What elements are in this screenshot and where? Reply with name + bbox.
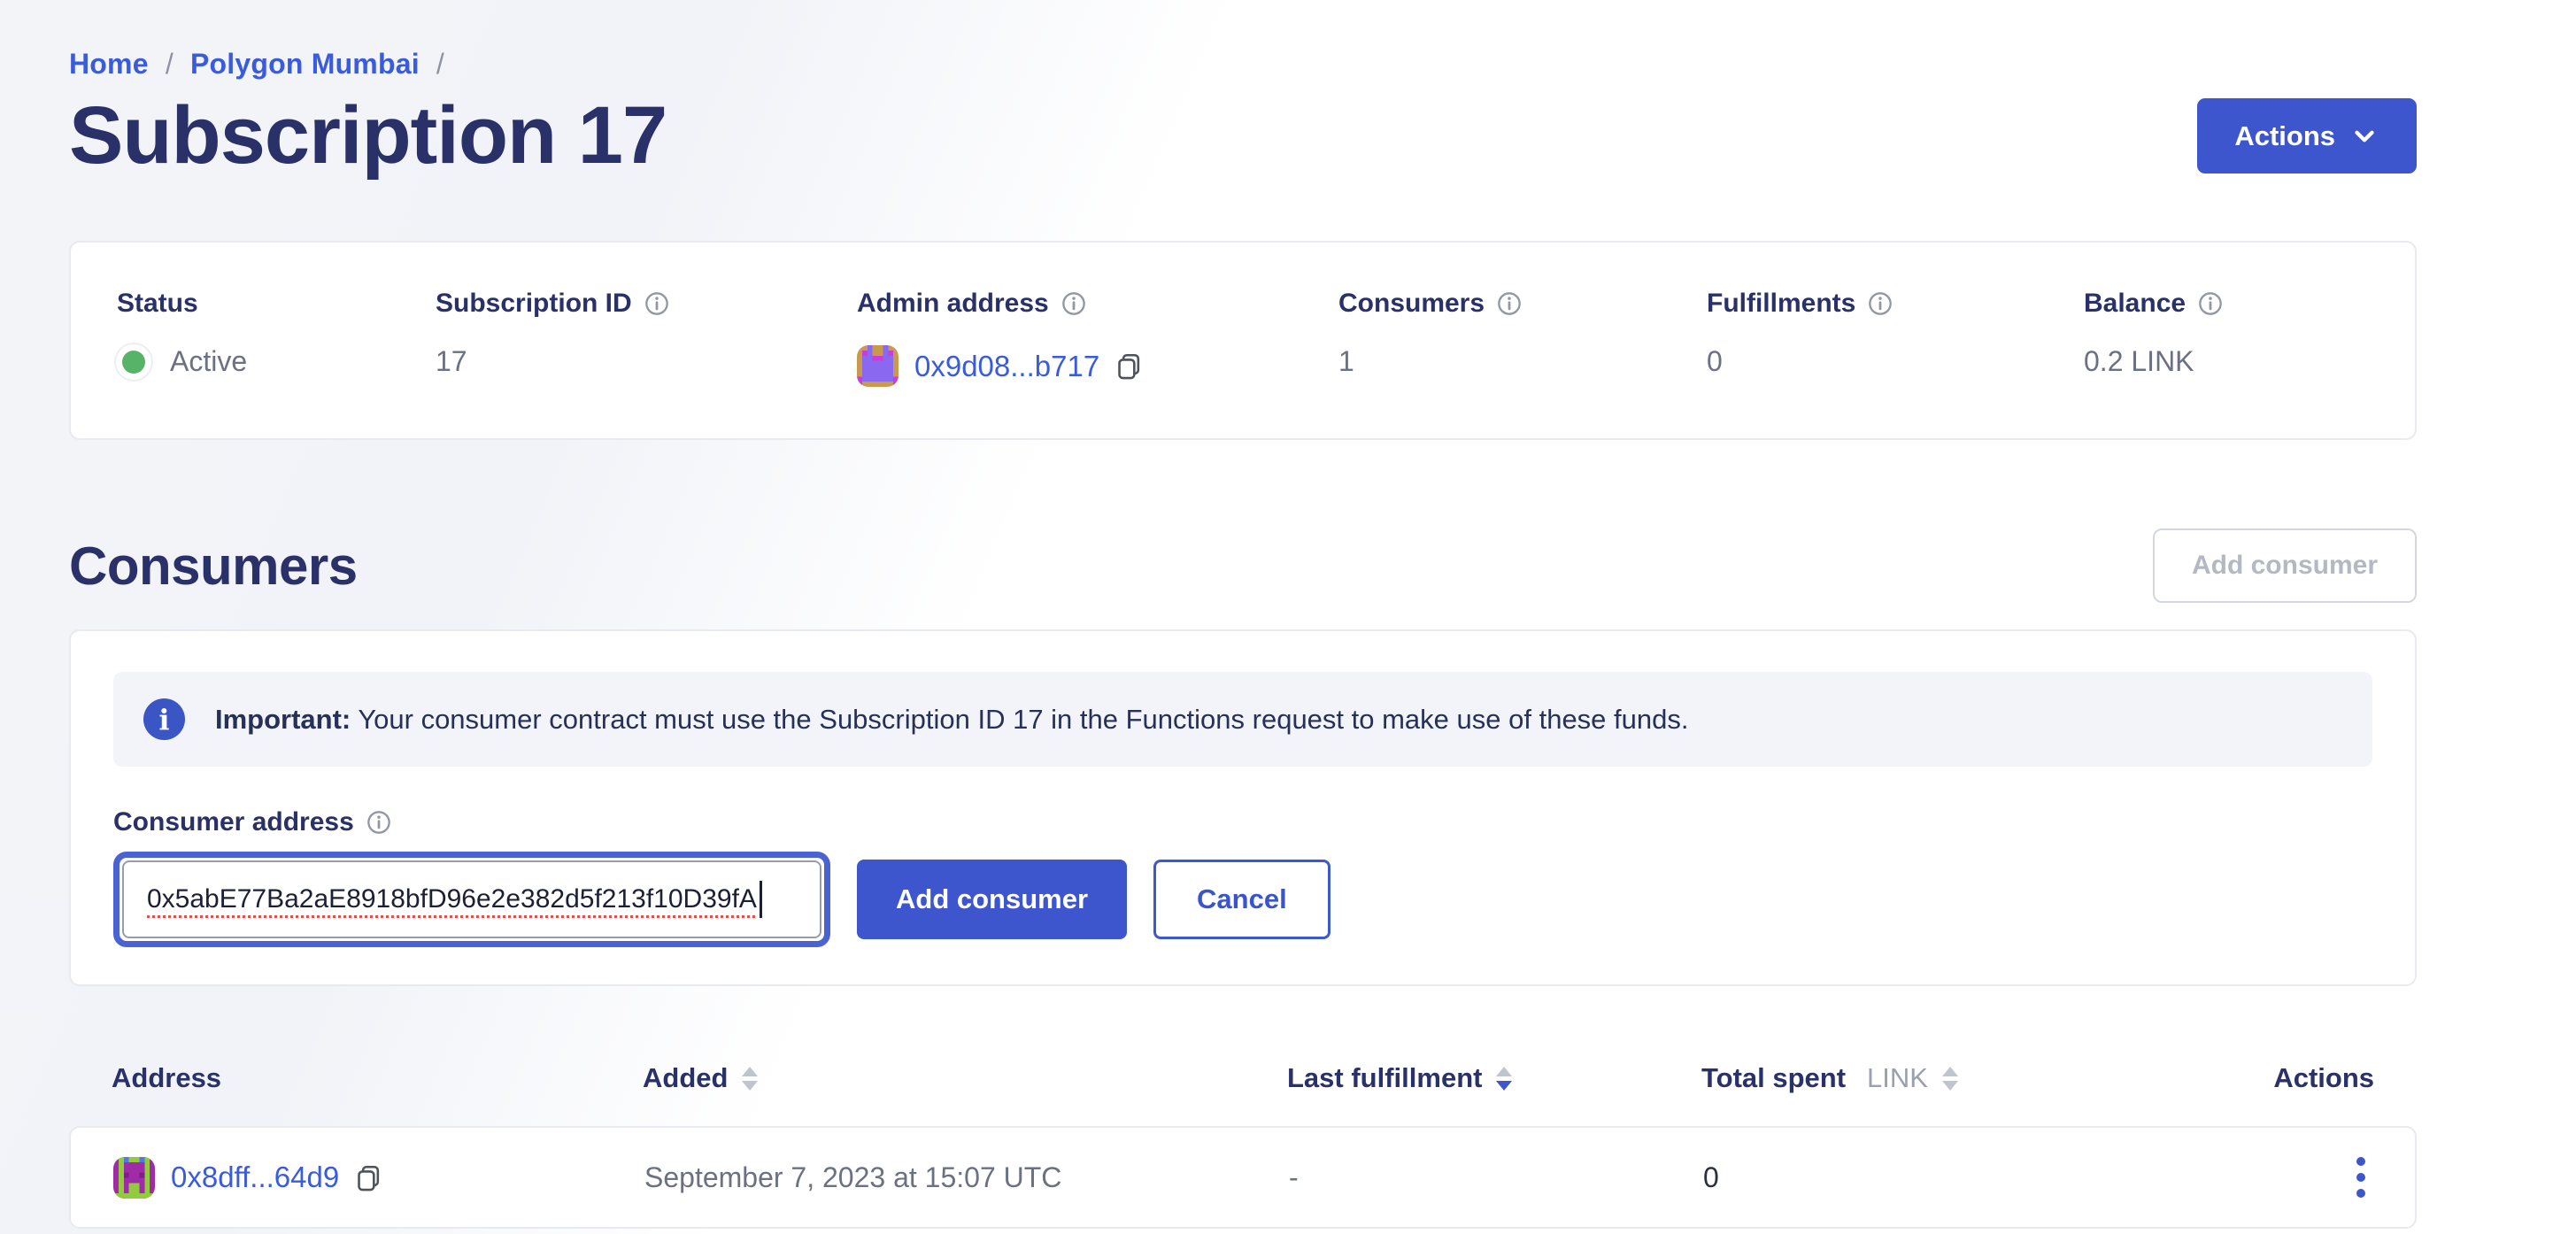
text-cursor xyxy=(760,881,762,918)
info-icon[interactable] xyxy=(1061,291,1086,316)
stat-fulfillments: Fulfillments 0 xyxy=(1707,289,2084,387)
balance-value: 0.2 LINK xyxy=(2084,345,2194,378)
table-row: 0x8dff...64d9 September 7, 2023 at 15:07… xyxy=(71,1128,2415,1227)
consumers-section-title: Consumers xyxy=(69,536,358,597)
consumer-address-input-focus-ring: 0x5abE77Ba2aE8918bfD96e2e382d5f213f10D39… xyxy=(113,852,830,947)
breadcrumb-separator: / xyxy=(436,48,444,80)
chevron-down-icon xyxy=(2349,121,2379,151)
add-consumer-form: 0x5abE77Ba2aE8918bfD96e2e382d5f213f10D39… xyxy=(113,852,2372,947)
column-header-actions: Actions xyxy=(2273,1062,2374,1094)
stat-balance: Balance 0.2 LINK xyxy=(2084,289,2415,387)
cancel-button[interactable]: Cancel xyxy=(1153,860,1330,939)
copy-icon[interactable] xyxy=(355,1164,382,1192)
balance-label: Balance xyxy=(2084,289,2186,319)
stat-consumers: Consumers 1 xyxy=(1338,289,1707,387)
actions-button[interactable]: Actions xyxy=(2197,98,2417,174)
consumers-section-header: Consumers Add consumer xyxy=(69,528,2417,603)
consumers-table-header: Address Added Last fulfillment Total spe… xyxy=(69,1062,2417,1094)
actions-button-label: Actions xyxy=(2234,120,2335,152)
breadcrumb: Home / Polygon Mumbai / xyxy=(69,48,2417,81)
copy-icon[interactable] xyxy=(1115,352,1143,380)
row-actions-kebab-menu[interactable] xyxy=(2349,1150,2372,1205)
breadcrumb-separator: / xyxy=(166,48,174,80)
subscription-id-label: Subscription ID xyxy=(436,289,632,319)
info-icon[interactable] xyxy=(1497,291,1522,316)
column-header-added[interactable]: Added xyxy=(643,1062,1287,1094)
info-icon[interactable] xyxy=(2198,291,2223,316)
fulfillments-label: Fulfillments xyxy=(1707,289,1855,319)
info-icon[interactable] xyxy=(644,291,669,316)
total-spent-unit: LINK xyxy=(1867,1062,1928,1094)
page-header: Subscription 17 Actions xyxy=(69,89,2417,182)
subscription-id-value: 17 xyxy=(436,345,467,378)
breadcrumb-network-link[interactable]: Polygon Mumbai xyxy=(190,48,420,80)
consumers-label: Consumers xyxy=(1338,289,1485,319)
status-active-dot xyxy=(122,351,145,374)
column-header-address: Address xyxy=(112,1062,643,1094)
consumer-address-cell: 0x8dff...64d9 xyxy=(113,1157,644,1199)
page-title: Subscription 17 xyxy=(69,89,667,182)
total-spent-cell: 0 xyxy=(1703,1161,2275,1194)
subscription-stats-card: Status Active Subscription ID 17 Admin a… xyxy=(69,241,2417,440)
last-fulfillment-cell: - xyxy=(1289,1161,1703,1194)
admin-avatar xyxy=(857,345,899,387)
consumer-address-field-label: Consumer address xyxy=(113,807,2372,837)
fulfillments-count: 0 xyxy=(1707,345,1723,378)
status-label: Status xyxy=(117,289,198,319)
stat-subscription-id: Subscription ID 17 xyxy=(436,289,857,387)
sort-icon[interactable] xyxy=(1942,1067,1958,1091)
important-banner-text: Important: Your consumer contract must u… xyxy=(215,704,1689,736)
added-cell: September 7, 2023 at 15:07 UTC xyxy=(644,1161,1289,1194)
sort-icon[interactable] xyxy=(742,1067,758,1091)
status-value: Active xyxy=(170,345,247,378)
info-circle-icon: i xyxy=(143,698,185,740)
info-icon[interactable] xyxy=(1868,291,1893,316)
consumer-address-link[interactable]: 0x8dff...64d9 xyxy=(171,1161,339,1194)
info-icon[interactable] xyxy=(366,810,391,835)
consumer-address-input-value: 0x5abE77Ba2aE8918bfD96e2e382d5f213f10D39… xyxy=(147,884,757,914)
consumers-table: 0x8dff...64d9 September 7, 2023 at 15:07… xyxy=(69,1126,2417,1229)
stat-admin-address: Admin address 0x9d xyxy=(857,289,1338,387)
add-consumer-submit-button[interactable]: Add consumer xyxy=(857,860,1127,939)
column-header-last-fulfillment[interactable]: Last fulfillment xyxy=(1287,1062,1701,1094)
subscription-detail-page: Home / Polygon Mumbai / Subscription 17 … xyxy=(69,0,2417,1229)
admin-address-link[interactable]: 0x9d08...b717 xyxy=(914,350,1099,383)
add-consumer-button-top[interactable]: Add consumer xyxy=(2153,528,2417,603)
consumer-avatar xyxy=(113,1157,155,1199)
consumer-address-input[interactable]: 0x5abE77Ba2aE8918bfD96e2e382d5f213f10D39… xyxy=(122,860,821,938)
consumers-count: 1 xyxy=(1338,345,1354,378)
column-header-total-spent[interactable]: Total spent LINK xyxy=(1701,1062,2273,1094)
important-banner: i Important: Your consumer contract must… xyxy=(113,672,2372,767)
stat-status: Status Active xyxy=(117,289,436,387)
sort-icon-active-desc[interactable] xyxy=(1496,1067,1512,1091)
admin-address-label: Admin address xyxy=(857,289,1049,319)
add-consumer-card: i Important: Your consumer contract must… xyxy=(69,629,2417,986)
breadcrumb-home-link[interactable]: Home xyxy=(69,48,149,80)
